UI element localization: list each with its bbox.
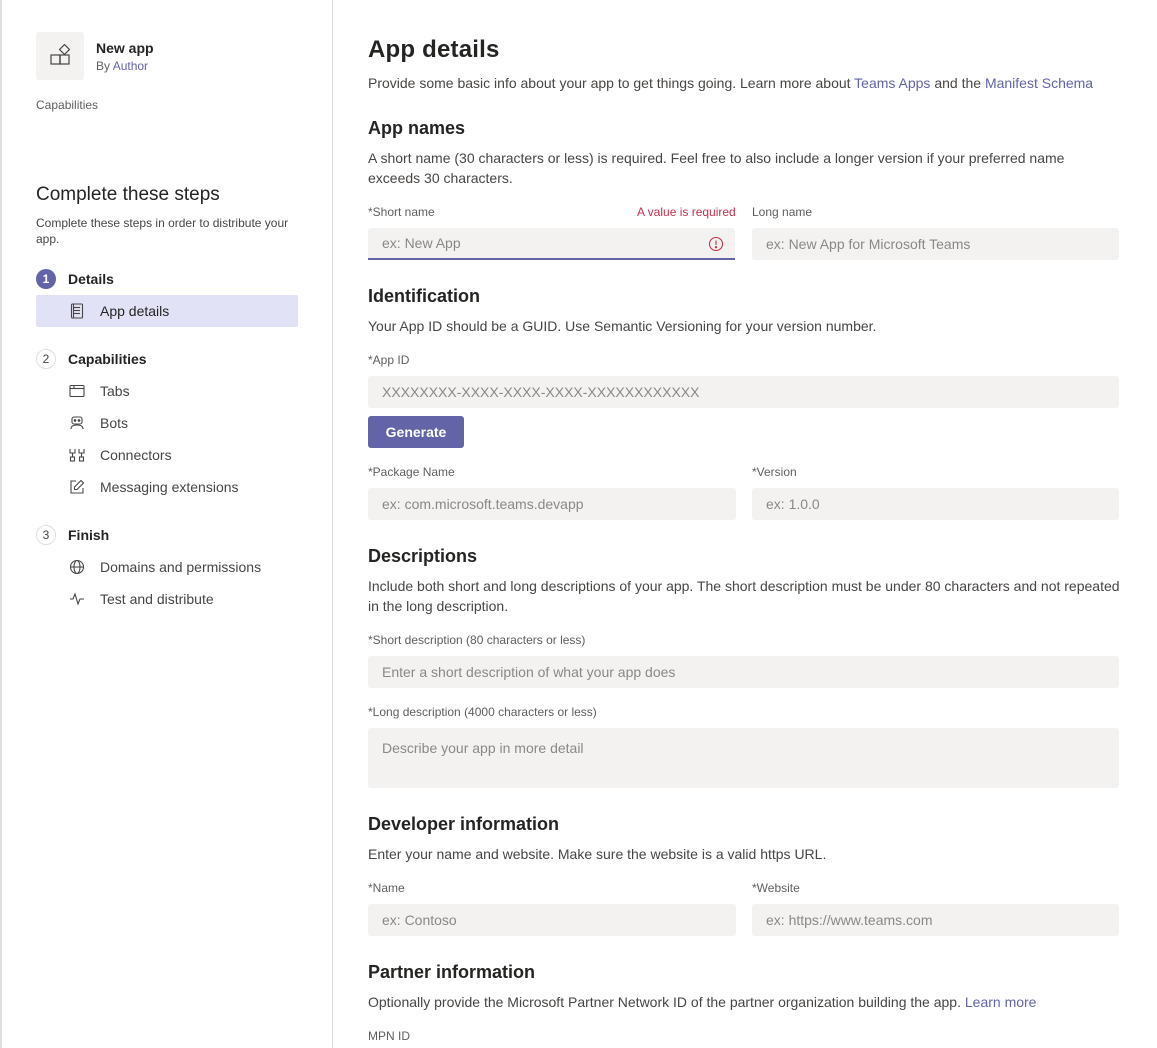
sidebar-item-tabs[interactable]: Tabs	[36, 375, 298, 407]
intro-text: Provide some basic info about your app t…	[368, 73, 1120, 93]
short-name-label: *Short name	[368, 205, 435, 219]
teams-apps-link[interactable]: Teams Apps	[854, 75, 930, 91]
sidebar-item-label: Tabs	[100, 383, 130, 399]
app-id-label: *App ID	[368, 353, 410, 367]
app-names-description: A short name (30 characters or less) is …	[368, 150, 1065, 186]
pulse-icon	[68, 590, 86, 608]
edit-icon	[68, 478, 86, 496]
partner-description-text: Optionally provide the Microsoft Partner…	[368, 994, 965, 1010]
section-label: Capabilities	[68, 351, 147, 367]
step-number-2: 2	[36, 349, 56, 369]
partner-heading: Partner information	[368, 962, 536, 982]
short-name-error: A value is required	[637, 205, 736, 219]
developer-description: Enter your name and website. Make sure t…	[368, 846, 827, 862]
app-header: New app By Author	[36, 32, 154, 80]
app-capabilities-label: Capabilities	[36, 98, 99, 112]
developer-name-label: *Name	[368, 881, 405, 895]
long-name-input[interactable]	[752, 228, 1119, 260]
sidebar-item-label: Messaging extensions	[100, 479, 239, 495]
section-label: Details	[68, 271, 114, 287]
app-author: By Author	[96, 59, 154, 73]
sidebar-item-messaging-extensions[interactable]: Messaging extensions	[36, 471, 298, 503]
step-number-1: 1	[36, 269, 56, 289]
intro-text-start: Provide some basic info about your app t…	[368, 75, 855, 91]
page-title: App details	[368, 36, 500, 63]
sidebar-item-test-distribute[interactable]: Test and distribute	[36, 583, 298, 615]
bot-icon	[68, 414, 86, 432]
package-name-label: *Package Name	[368, 465, 455, 479]
sidebar-item-label: Test and distribute	[100, 591, 214, 607]
steps-title: Complete these steps	[36, 184, 220, 205]
author-link[interactable]: Author	[113, 59, 148, 73]
developer-heading: Developer information	[368, 814, 560, 834]
document-icon	[68, 302, 86, 320]
error-icon	[708, 236, 724, 252]
generate-button[interactable]: Generate	[368, 416, 464, 448]
version-label: *Version	[752, 465, 797, 479]
app-icon	[36, 32, 84, 80]
sidebar-item-label: Domains and permissions	[100, 559, 262, 575]
section-capabilities: 2 Capabilities	[36, 349, 147, 369]
identification-description: Your App ID should be a GUID. Use Semant…	[368, 318, 877, 334]
intro-text-mid: and the	[930, 75, 985, 91]
long-description-label: *Long description (4000 characters or le…	[368, 705, 597, 719]
mpn-id-label: MPN ID	[368, 1029, 410, 1043]
steps-subtitle: Complete these steps in order to distrib…	[36, 216, 289, 246]
long-name-label: Long name	[752, 205, 813, 219]
descriptions-heading: Descriptions	[368, 546, 478, 566]
globe-icon	[68, 558, 86, 576]
sidebar-item-domains-permissions[interactable]: Domains and permissions	[36, 551, 298, 583]
descriptions-description: Include both short and long descriptions…	[368, 578, 1120, 614]
sidebar-item-label: Connectors	[100, 447, 172, 463]
developer-name-input[interactable]	[368, 904, 736, 936]
sidebar-item-bots[interactable]: Bots	[36, 407, 298, 439]
manifest-schema-link[interactable]: Manifest Schema	[985, 75, 1093, 91]
version-input[interactable]	[752, 488, 1119, 520]
app-id-input[interactable]	[368, 376, 1119, 408]
sidebar: New app By Author Capabilities Complete …	[0, 0, 333, 1048]
step-number-3: 3	[36, 525, 56, 545]
author-prefix: By	[96, 59, 113, 73]
short-description-input[interactable]	[368, 656, 1119, 688]
section-label: Finish	[68, 527, 110, 543]
section-finish: 3 Finish	[36, 525, 109, 545]
sidebar-item-label: App details	[100, 303, 170, 319]
connector-icon	[68, 446, 86, 464]
section-details: 1 Details	[36, 269, 114, 289]
app-names-heading: App names	[368, 118, 466, 138]
app-name: New app	[96, 40, 154, 56]
learn-more-link[interactable]: Learn more	[965, 994, 1037, 1010]
website-label: *Website	[752, 881, 800, 895]
sidebar-item-app-details[interactable]: App details	[36, 295, 298, 327]
sidebar-item-label: Bots	[100, 415, 129, 431]
identification-heading: Identification	[368, 286, 480, 306]
package-name-input[interactable]	[368, 488, 736, 520]
tab-icon	[68, 382, 86, 400]
sidebar-item-connectors[interactable]: Connectors	[36, 439, 298, 471]
short-description-label: *Short description (80 characters or les…	[368, 633, 586, 647]
partner-description: Optionally provide the Microsoft Partner…	[368, 992, 1120, 1012]
website-input[interactable]	[752, 904, 1119, 936]
long-description-textarea[interactable]	[368, 728, 1119, 788]
short-name-input[interactable]	[368, 228, 735, 260]
